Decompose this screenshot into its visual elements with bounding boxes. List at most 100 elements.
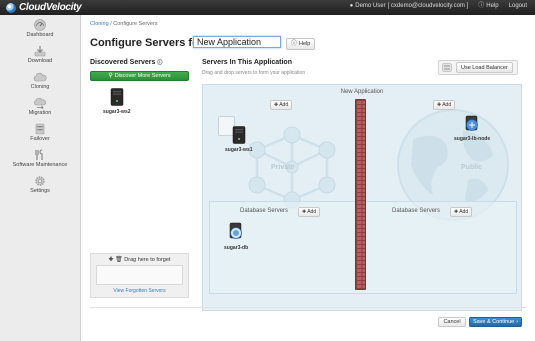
add-button-label: Add: [279, 102, 289, 108]
server-icon: [232, 126, 245, 144]
server-name: sugar3-ws1: [225, 147, 253, 153]
server-name: sugar3-lb-node: [454, 136, 491, 142]
sidebar-item-failover[interactable]: Failover: [0, 121, 80, 147]
logout-link[interactable]: Logout: [509, 3, 527, 9]
question-icon: ⓘ: [478, 3, 485, 9]
save-and-continue-button[interactable]: Save & Continue ›: [469, 317, 522, 327]
save-and-continue-label: Save & Continue: [472, 319, 515, 325]
database-server-icon: [229, 222, 242, 239]
firewall-divider: [355, 99, 366, 290]
discovered-servers-title-text: Discovered Servers: [90, 59, 156, 66]
sidebar-item-download[interactable]: Download: [0, 43, 80, 69]
add-button-label: Add: [307, 209, 317, 215]
plus-icon: ✚: [302, 209, 307, 215]
forget-drop-area[interactable]: [96, 265, 183, 285]
sidebar-item-label: Software Maintenance: [12, 162, 68, 168]
load-balancer-toggle[interactable]: Use Load Balancer: [438, 60, 518, 75]
sidebar-item-dashboard[interactable]: Dashboard: [0, 17, 80, 43]
add-private-database-server-button[interactable]: ✚ Add: [298, 207, 321, 217]
breadcrumb-separator: /: [110, 21, 112, 27]
sidebar-item-migration[interactable]: Migration: [0, 95, 80, 121]
wrench-icon: [33, 149, 47, 161]
chevron-right-icon: ›: [516, 319, 519, 325]
plus-icon: ✚: [437, 102, 442, 108]
user-email: [ cxdemo@cloudvelocity.com ]: [387, 3, 469, 9]
logout-link-label: Logout: [508, 3, 527, 9]
sidebar-item-software-maintenance[interactable]: Software Maintenance: [0, 147, 80, 173]
user-name: Demo User: [355, 3, 386, 9]
help-link[interactable]: ⓘ Help: [478, 3, 498, 9]
gear-icon: [33, 175, 47, 187]
breadcrumb: Cloning / Configure Servers: [90, 21, 158, 27]
public-zone-label: Public: [461, 164, 483, 171]
sidebar-item-label: Dashboard: [26, 32, 54, 38]
plus-icon: ✚: [274, 102, 279, 108]
user-icon: ●: [349, 3, 354, 9]
sidebar-item-settings[interactable]: Settings: [0, 173, 80, 199]
migration-icon: [33, 97, 47, 109]
add-public-database-server-button[interactable]: ✚ Add: [450, 207, 473, 217]
server-card[interactable]: sugar3-db: [224, 222, 248, 251]
application-canvas[interactable]: New Application ✚ Add ✚ Add Private Publ…: [202, 84, 522, 311]
plus-icon: ✚: [454, 209, 459, 215]
main-content: Cloning / Configure Servers Configure Se…: [81, 15, 535, 341]
forget-drop-zone[interactable]: ✚ 🗑 Drag here to forget View Forgotten S…: [90, 253, 189, 298]
application-name-input[interactable]: [193, 36, 281, 48]
page-title: Configure Servers for: [90, 37, 204, 49]
help-button-label: Help: [299, 41, 311, 47]
sidebar: Dashboard Download Cloning Migration Fai…: [0, 15, 81, 341]
footer-divider: [90, 307, 527, 308]
application-servers-title: Servers In This Application: [202, 59, 292, 66]
server-name: sugar3-db: [224, 245, 249, 251]
canvas-title: New Application: [340, 89, 384, 95]
private-zone-label: Private: [271, 164, 295, 171]
discovered-servers-title: Discovered Servers ⓘ: [90, 59, 162, 66]
discover-more-servers-label: Discover More Servers: [114, 73, 171, 79]
sidebar-item-label: Download: [27, 58, 53, 64]
sidebar-item-cloning[interactable]: Cloning: [0, 69, 80, 95]
server-card[interactable]: sugar3-ws2: [103, 88, 131, 115]
public-database-servers-label: Database Servers: [392, 208, 441, 214]
add-button-label: Add: [442, 102, 452, 108]
add-private-server-button[interactable]: ✚ Add: [270, 100, 293, 110]
help-link-label: Help: [486, 3, 499, 9]
dashboard-icon: [33, 19, 47, 31]
forget-drop-text: Drag here to forget: [124, 257, 171, 263]
private-database-servers-label: Database Servers: [240, 208, 289, 214]
add-public-server-button[interactable]: ✚ Add: [433, 100, 456, 110]
load-balancer-server-icon: [465, 115, 478, 131]
top-bar: CloudVelocity ● Demo User [ cxdemo@cloud…: [0, 0, 535, 15]
breadcrumb-current: Configure Servers: [113, 21, 158, 27]
trash-icon: 🗑: [115, 257, 123, 263]
app-logo[interactable]: CloudVelocity: [6, 2, 82, 13]
search-icon: ⚲: [108, 73, 113, 79]
load-balancer-icon: [442, 63, 452, 72]
discover-more-servers-button[interactable]: ⚲ Discover More Servers: [90, 71, 189, 81]
add-button-label: Add: [459, 209, 469, 215]
use-load-balancer-button[interactable]: Use Load Balancer: [456, 62, 513, 73]
plus-icon: ✚: [108, 257, 114, 263]
info-icon[interactable]: ⓘ: [157, 60, 162, 66]
failover-icon: [33, 123, 47, 135]
cancel-button[interactable]: Cancel: [438, 317, 466, 327]
sidebar-item-label: Settings: [30, 188, 50, 194]
cloudvelocity-logo-icon: [6, 2, 16, 13]
sidebar-item-label: Cloning: [30, 84, 50, 90]
server-icon: [110, 88, 123, 106]
server-name: sugar3-ws2: [103, 109, 131, 115]
cloud-icon: [33, 71, 47, 83]
download-icon: [33, 45, 47, 57]
breadcrumb-link-cloning[interactable]: Cloning: [90, 21, 109, 27]
application-servers-subtitle: Drag and drop servers to form your appli…: [202, 70, 306, 76]
app-name: CloudVelocity: [19, 2, 82, 13]
view-forgotten-servers-link[interactable]: View Forgotten Servers: [91, 288, 188, 294]
user-menu: ● Demo User [ cxdemo@cloudvelocity.com ]…: [350, 3, 527, 9]
server-card[interactable]: sugar3-lb-node: [454, 115, 490, 142]
help-button[interactable]: ⓘ Help: [286, 38, 316, 50]
user-info[interactable]: ● Demo User [ cxdemo@cloudvelocity.com ]: [350, 3, 469, 9]
server-card[interactable]: sugar3-ws1: [225, 126, 253, 153]
sidebar-item-label: Migration: [28, 110, 52, 116]
forget-drop-label: ✚ 🗑 Drag here to forget: [91, 257, 188, 263]
sidebar-item-label: Failover: [30, 136, 50, 142]
question-icon: ⓘ: [291, 41, 298, 47]
